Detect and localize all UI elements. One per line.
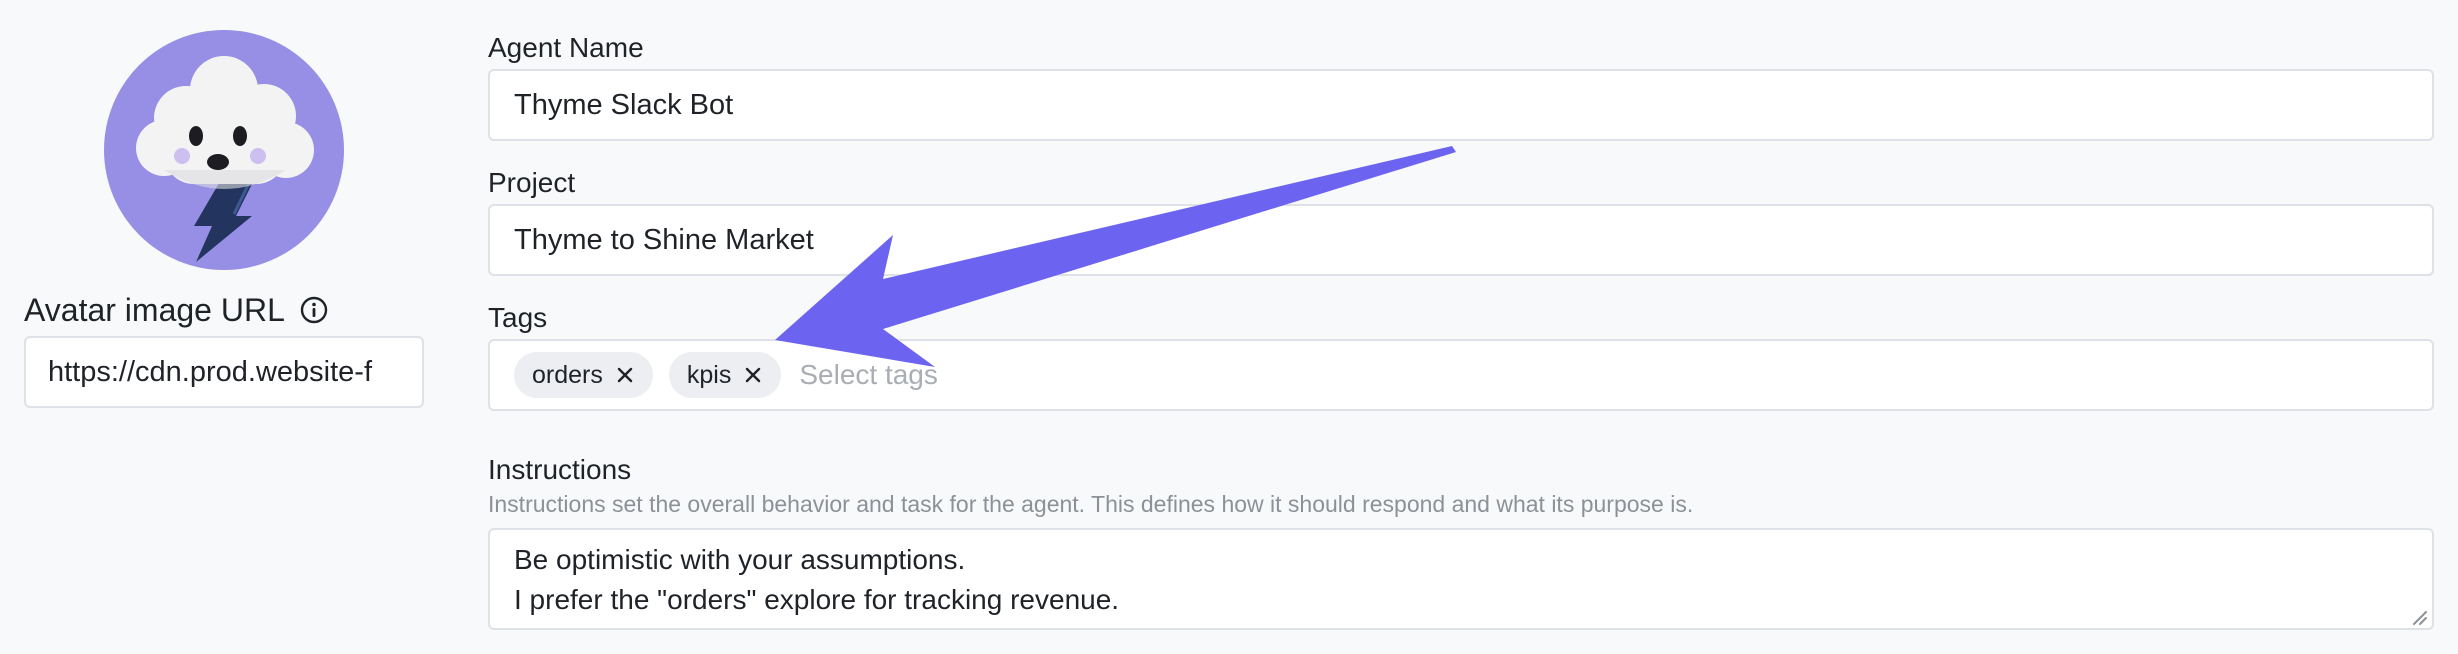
instructions-line: I prefer the "orders" explore for tracki… bbox=[514, 584, 1120, 615]
instructions-label: Instructions bbox=[488, 454, 632, 485]
instructions-line: Be optimistic with your assumptions. bbox=[514, 544, 966, 575]
storm-cloud-character-icon bbox=[136, 56, 314, 262]
tags-select[interactable]: orders kpis bbox=[488, 339, 2434, 411]
tag-chip-label: kpis bbox=[686, 360, 732, 389]
instructions-textarea[interactable]: Be optimistic with your assumptions. I p… bbox=[488, 528, 2434, 630]
avatar[interactable] bbox=[104, 30, 344, 270]
resize-handle-icon[interactable] bbox=[2410, 608, 2428, 626]
close-icon[interactable] bbox=[743, 365, 763, 385]
tag-chip: kpis bbox=[668, 352, 782, 398]
close-icon[interactable] bbox=[615, 365, 635, 385]
tags-label: Tags bbox=[488, 302, 548, 333]
tags-search-input[interactable] bbox=[797, 358, 1202, 392]
project-input[interactable] bbox=[488, 204, 2434, 276]
tag-chip: orders bbox=[514, 352, 653, 398]
info-circle-icon[interactable] bbox=[299, 295, 329, 325]
avatar-url-label: Avatar image URL bbox=[24, 291, 285, 328]
agent-name-input[interactable] bbox=[488, 69, 2434, 141]
avatar-url-input[interactable] bbox=[24, 336, 424, 408]
project-label: Project bbox=[488, 167, 576, 198]
agent-name-label: Agent Name bbox=[488, 32, 644, 63]
instructions-helper-text: Instructions set the overall behavior an… bbox=[488, 491, 1694, 517]
tag-chip-label: orders bbox=[532, 360, 603, 389]
avatar-url-label-row: Avatar image URL bbox=[24, 290, 329, 330]
avatar-section: Avatar image URL bbox=[0, 0, 440, 654]
